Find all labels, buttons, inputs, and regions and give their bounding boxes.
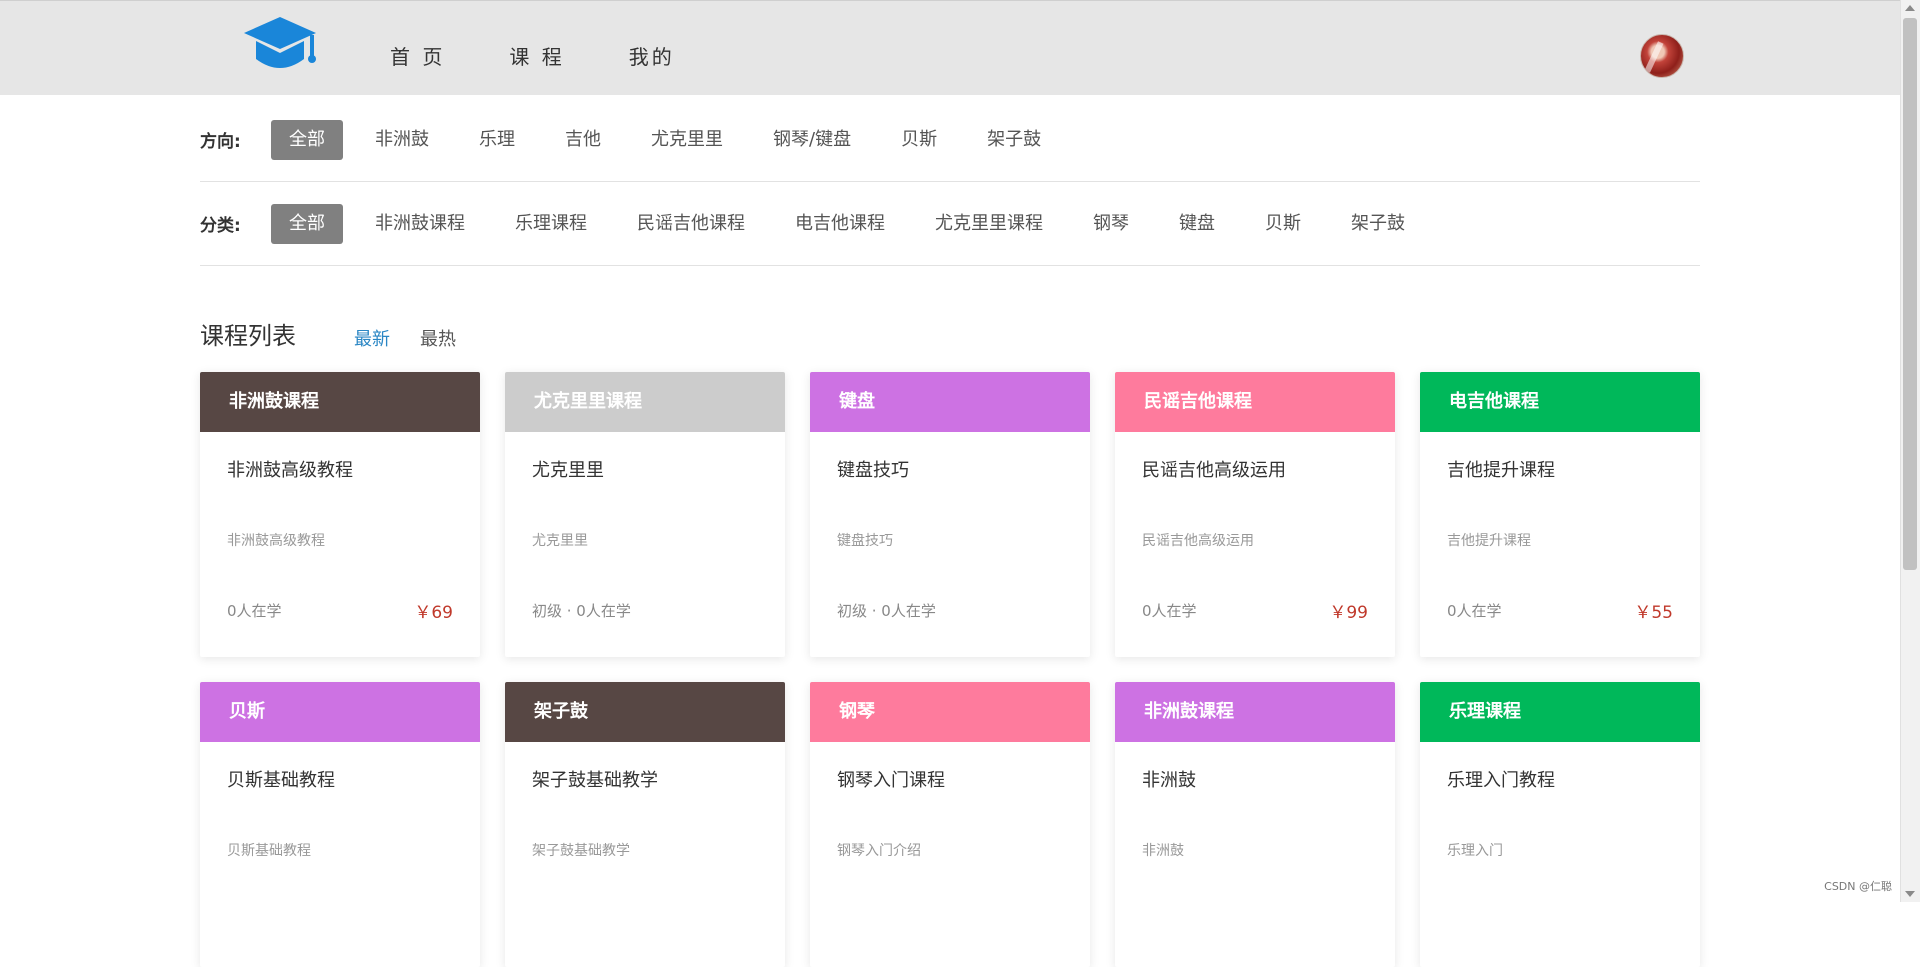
- direction-option[interactable]: 非洲鼓: [357, 120, 447, 160]
- category-options: 全部非洲鼓课程乐理课程民谣吉他课程电吉他课程尤克里里课程钢琴键盘贝斯架子鼓: [271, 204, 1437, 244]
- course-card[interactable]: 尤克里里课程尤克里里尤克里里初级 · 0人在学: [505, 372, 785, 657]
- category-option[interactable]: 架子鼓: [1333, 204, 1423, 244]
- category-filter-label: 分类:: [200, 211, 271, 236]
- course-card-title[interactable]: 架子鼓基础教学: [532, 766, 658, 792]
- course-card-description: 贝斯基础教程: [227, 840, 311, 860]
- category-option[interactable]: 民谣吉他课程: [619, 204, 763, 244]
- category-option[interactable]: 全部: [271, 204, 343, 244]
- course-card-description: 非洲鼓: [1142, 840, 1184, 860]
- course-card[interactable]: 电吉他课程吉他提升课程吉他提升课程0人在学￥55: [1420, 372, 1700, 657]
- course-card-meta: 0人在学: [227, 600, 282, 621]
- course-card-description: 乐理入门: [1447, 840, 1503, 860]
- direction-option[interactable]: 贝斯: [883, 120, 955, 160]
- course-card[interactable]: 乐理课程乐理入门教程乐理入门: [1420, 682, 1700, 967]
- course-card-category: 架子鼓: [505, 682, 785, 742]
- course-card-category: 键盘: [810, 372, 1090, 432]
- course-card-price: ￥55: [1634, 598, 1673, 623]
- sort-newest[interactable]: 最新: [354, 325, 390, 351]
- category-filter: 分类: 全部非洲鼓课程乐理课程民谣吉他课程电吉他课程尤克里里课程钢琴键盘贝斯架子…: [200, 182, 1700, 266]
- direction-filter-label: 方向:: [200, 127, 271, 152]
- category-option[interactable]: 钢琴: [1075, 204, 1147, 244]
- course-card-category: 电吉他课程: [1420, 372, 1700, 432]
- direction-option[interactable]: 吉他: [547, 120, 619, 160]
- course-card[interactable]: 键盘键盘技巧键盘技巧初级 · 0人在学: [810, 372, 1090, 657]
- category-option[interactable]: 尤克里里课程: [917, 204, 1061, 244]
- course-card-title[interactable]: 吉他提升课程: [1447, 456, 1555, 482]
- direction-options: 全部非洲鼓乐理吉他尤克里里钢琴/键盘贝斯架子鼓: [271, 120, 1073, 160]
- category-option[interactable]: 非洲鼓课程: [357, 204, 483, 244]
- course-card-category: 非洲鼓课程: [200, 372, 480, 432]
- direction-option[interactable]: 乐理: [461, 120, 533, 160]
- direction-filter: 方向: 全部非洲鼓乐理吉他尤克里里钢琴/键盘贝斯架子鼓: [200, 98, 1700, 182]
- course-card-category: 尤克里里课程: [505, 372, 785, 432]
- course-card-category: 贝斯: [200, 682, 480, 742]
- course-card[interactable]: 非洲鼓课程非洲鼓非洲鼓: [1115, 682, 1395, 967]
- graduation-cap-logo-icon[interactable]: [240, 15, 320, 79]
- course-list-header: 课程列表 最新 最热: [200, 316, 486, 351]
- nav-courses[interactable]: 课 程: [509, 41, 564, 70]
- course-card[interactable]: 贝斯贝斯基础教程贝斯基础教程: [200, 682, 480, 967]
- course-card-price: ￥99: [1329, 598, 1368, 623]
- category-option[interactable]: 乐理课程: [497, 204, 605, 244]
- course-card-meta: 初级 · 0人在学: [532, 600, 631, 621]
- scroll-down-icon[interactable]: [1905, 891, 1915, 897]
- course-card-description: 架子鼓基础教学: [532, 840, 630, 860]
- course-card-title[interactable]: 民谣吉他高级运用: [1142, 456, 1286, 482]
- course-card-description: 钢琴入门介绍: [837, 840, 921, 860]
- nav-mine[interactable]: 我的: [629, 41, 675, 70]
- course-card-description: 尤克里里: [532, 530, 588, 550]
- course-card[interactable]: 非洲鼓课程非洲鼓高级教程非洲鼓高级教程0人在学￥69: [200, 372, 480, 657]
- category-option[interactable]: 键盘: [1161, 204, 1233, 244]
- course-list-title: 课程列表: [200, 316, 296, 351]
- direction-option[interactable]: 架子鼓: [969, 120, 1059, 160]
- course-card-title[interactable]: 贝斯基础教程: [227, 766, 335, 792]
- watermark: CSDN @仁聪: [1824, 878, 1892, 894]
- nav-home[interactable]: 首 页: [390, 41, 445, 70]
- course-card-meta: 0人在学: [1142, 600, 1197, 621]
- direction-option[interactable]: 全部: [271, 120, 343, 160]
- course-card-title[interactable]: 钢琴入门课程: [837, 766, 945, 792]
- course-card-title[interactable]: 键盘技巧: [837, 456, 909, 482]
- course-card-title[interactable]: 乐理入门教程: [1447, 766, 1555, 792]
- course-card-title[interactable]: 非洲鼓: [1142, 766, 1196, 792]
- direction-option[interactable]: 钢琴/键盘: [755, 120, 869, 160]
- course-card-meta: 0人在学: [1447, 600, 1502, 621]
- course-card[interactable]: 架子鼓架子鼓基础教学架子鼓基础教学: [505, 682, 785, 967]
- vertical-scrollbar[interactable]: [1900, 0, 1920, 902]
- scrollbar-thumb[interactable]: [1903, 18, 1917, 570]
- course-card-category: 民谣吉他课程: [1115, 372, 1395, 432]
- category-option[interactable]: 贝斯: [1247, 204, 1319, 244]
- course-card-description: 非洲鼓高级教程: [227, 530, 325, 550]
- course-card-description: 吉他提升课程: [1447, 530, 1531, 550]
- scroll-up-icon[interactable]: [1905, 5, 1915, 11]
- course-card-category: 非洲鼓课程: [1115, 682, 1395, 742]
- course-grid: 非洲鼓课程非洲鼓高级教程非洲鼓高级教程0人在学￥69尤克里里课程尤克里里尤克里里…: [200, 372, 1702, 967]
- category-option[interactable]: 电吉他课程: [777, 204, 903, 244]
- direction-option[interactable]: 尤克里里: [633, 120, 741, 160]
- course-card-category: 钢琴: [810, 682, 1090, 742]
- course-card-price: ￥69: [414, 598, 453, 623]
- course-card-description: 键盘技巧: [837, 530, 893, 550]
- sort-hottest[interactable]: 最热: [420, 325, 456, 351]
- course-card-title[interactable]: 非洲鼓高级教程: [227, 456, 353, 482]
- course-card-meta: 初级 · 0人在学: [837, 600, 936, 621]
- top-header: 首 页 课 程 我的: [0, 0, 1900, 95]
- main-nav: 首 页 课 程 我的: [390, 41, 675, 70]
- course-card[interactable]: 钢琴钢琴入门课程钢琴入门介绍: [810, 682, 1090, 967]
- course-card[interactable]: 民谣吉他课程民谣吉他高级运用民谣吉他高级运用0人在学￥99: [1115, 372, 1395, 657]
- course-card-category: 乐理课程: [1420, 682, 1700, 742]
- course-card-description: 民谣吉他高级运用: [1142, 530, 1254, 550]
- course-card-title[interactable]: 尤克里里: [532, 456, 604, 482]
- user-avatar[interactable]: [1640, 34, 1684, 78]
